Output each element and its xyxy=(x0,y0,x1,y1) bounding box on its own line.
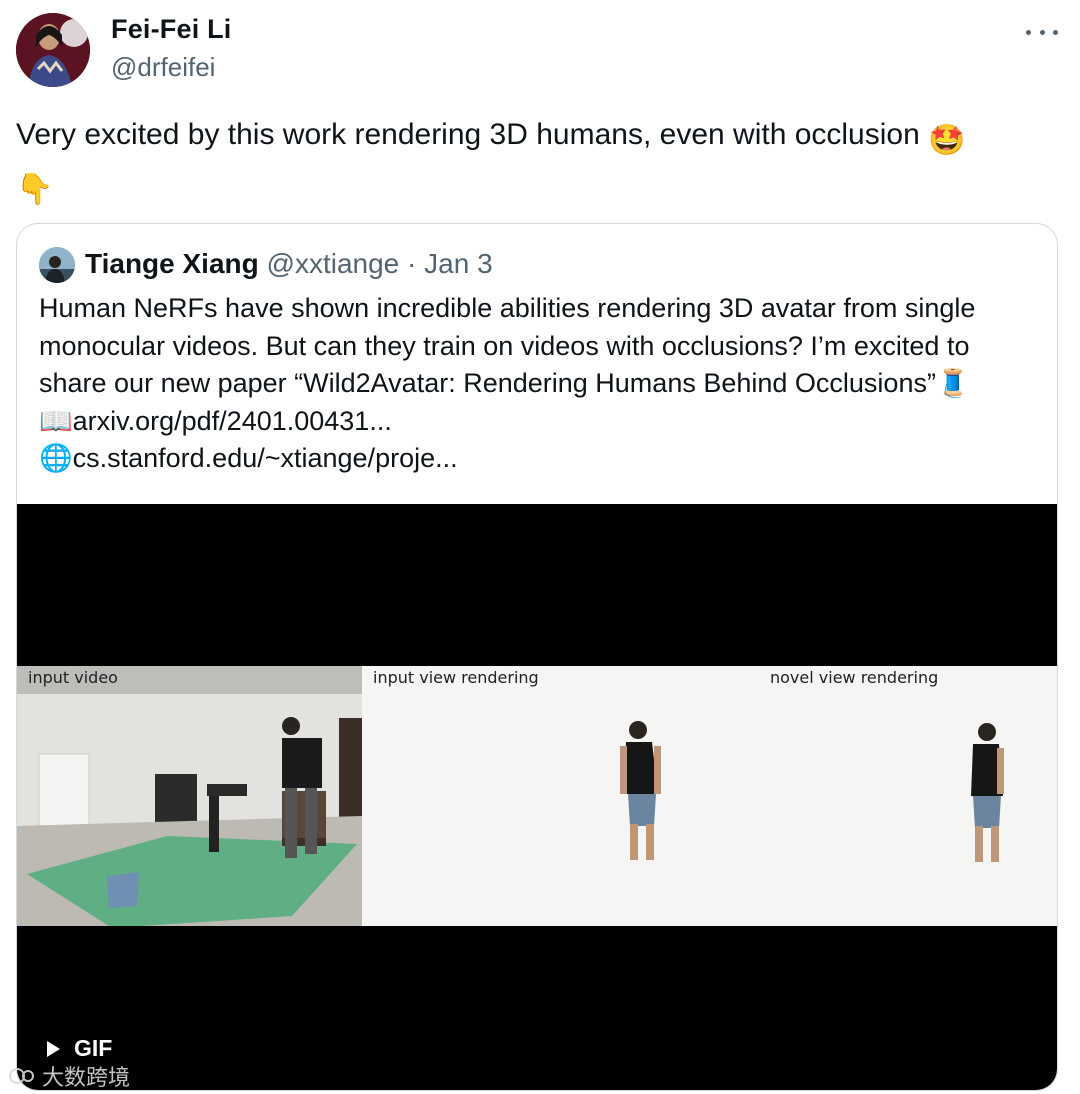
novel-view-rendering-label: novel view rendering xyxy=(770,668,939,687)
gif-label: GIF xyxy=(74,1035,113,1061)
quote-line: Human NeRFs have shown incredible abilit… xyxy=(39,293,976,323)
input-view-rendering-panel: input view rendering xyxy=(362,666,759,926)
render-figure xyxy=(620,721,661,860)
quote-author-name[interactable]: Tiange Xiang xyxy=(85,248,259,279)
quote-link-project[interactable]: 🌐cs.stanford.edu/~xtiange/proje... xyxy=(39,440,1039,478)
input-view-rendering-label: input view rendering xyxy=(373,668,539,687)
video-frame-strip: input video input view rendering novel v… xyxy=(17,666,1057,926)
novel-figure xyxy=(971,723,1004,862)
quote-link-arxiv[interactable]: 📖arxiv.org/pdf/2401.00431... xyxy=(39,403,1039,441)
more-dot-icon xyxy=(1053,29,1058,35)
quote-text: Human NeRFs have shown incredible abilit… xyxy=(39,290,1039,478)
play-icon xyxy=(47,1040,60,1057)
author-avatar[interactable] xyxy=(16,13,90,87)
quote-separator: · xyxy=(407,248,417,279)
watermark: 大数跨境 xyxy=(8,1060,130,1092)
novel-view-rendering-panel: novel view rendering xyxy=(759,666,1057,926)
more-dot-icon xyxy=(1039,29,1045,35)
quote-author-avatar[interactable] xyxy=(39,247,75,283)
tweet-view: Fei-Fei Li @drfeifei Very excited by thi… xyxy=(0,0,1080,1094)
avatar-photo-icon xyxy=(16,13,90,87)
watermark-text: 大数跨境 xyxy=(42,1066,131,1091)
author-display-name[interactable]: Fei-Fei Li xyxy=(111,14,232,45)
quote-line: share our new paper “Wild2Avatar: Render… xyxy=(39,368,970,398)
watermark-logo-icon xyxy=(9,1068,34,1084)
more-dot-icon xyxy=(1026,29,1031,35)
quote-author-handle[interactable]: @xxtiange xyxy=(267,248,400,279)
quote-line: monocular videos. But can they train on … xyxy=(39,330,970,361)
tweet-body: Very excited by this work rendering 3D h… xyxy=(16,118,920,151)
more-options-button[interactable] xyxy=(1026,20,1058,44)
quote-date[interactable]: Jan 3 xyxy=(424,248,493,279)
input-video-panel: input video xyxy=(17,666,362,926)
quote-avatar-photo-icon xyxy=(39,247,75,283)
pointing-down-emoji-icon: 👇 xyxy=(16,173,54,206)
quoted-tweet-card[interactable]: Tiange Xiang @xxtiange · Jan 3 Human NeR… xyxy=(16,223,1058,1091)
author-handle[interactable]: @drfeifei xyxy=(111,52,215,83)
gif-play-badge[interactable]: GIF xyxy=(47,1035,112,1062)
gif-media[interactable]: input video input view rendering novel v… xyxy=(17,504,1057,1090)
input-video-scene xyxy=(17,666,362,926)
input-video-label: input video xyxy=(28,668,118,687)
tweet-text: Very excited by this work rendering 3D h… xyxy=(16,113,1046,211)
quote-header: Tiange Xiang @xxtiange · Jan 3 xyxy=(85,248,493,280)
star-struck-emoji-icon: 🤩 xyxy=(928,124,966,157)
